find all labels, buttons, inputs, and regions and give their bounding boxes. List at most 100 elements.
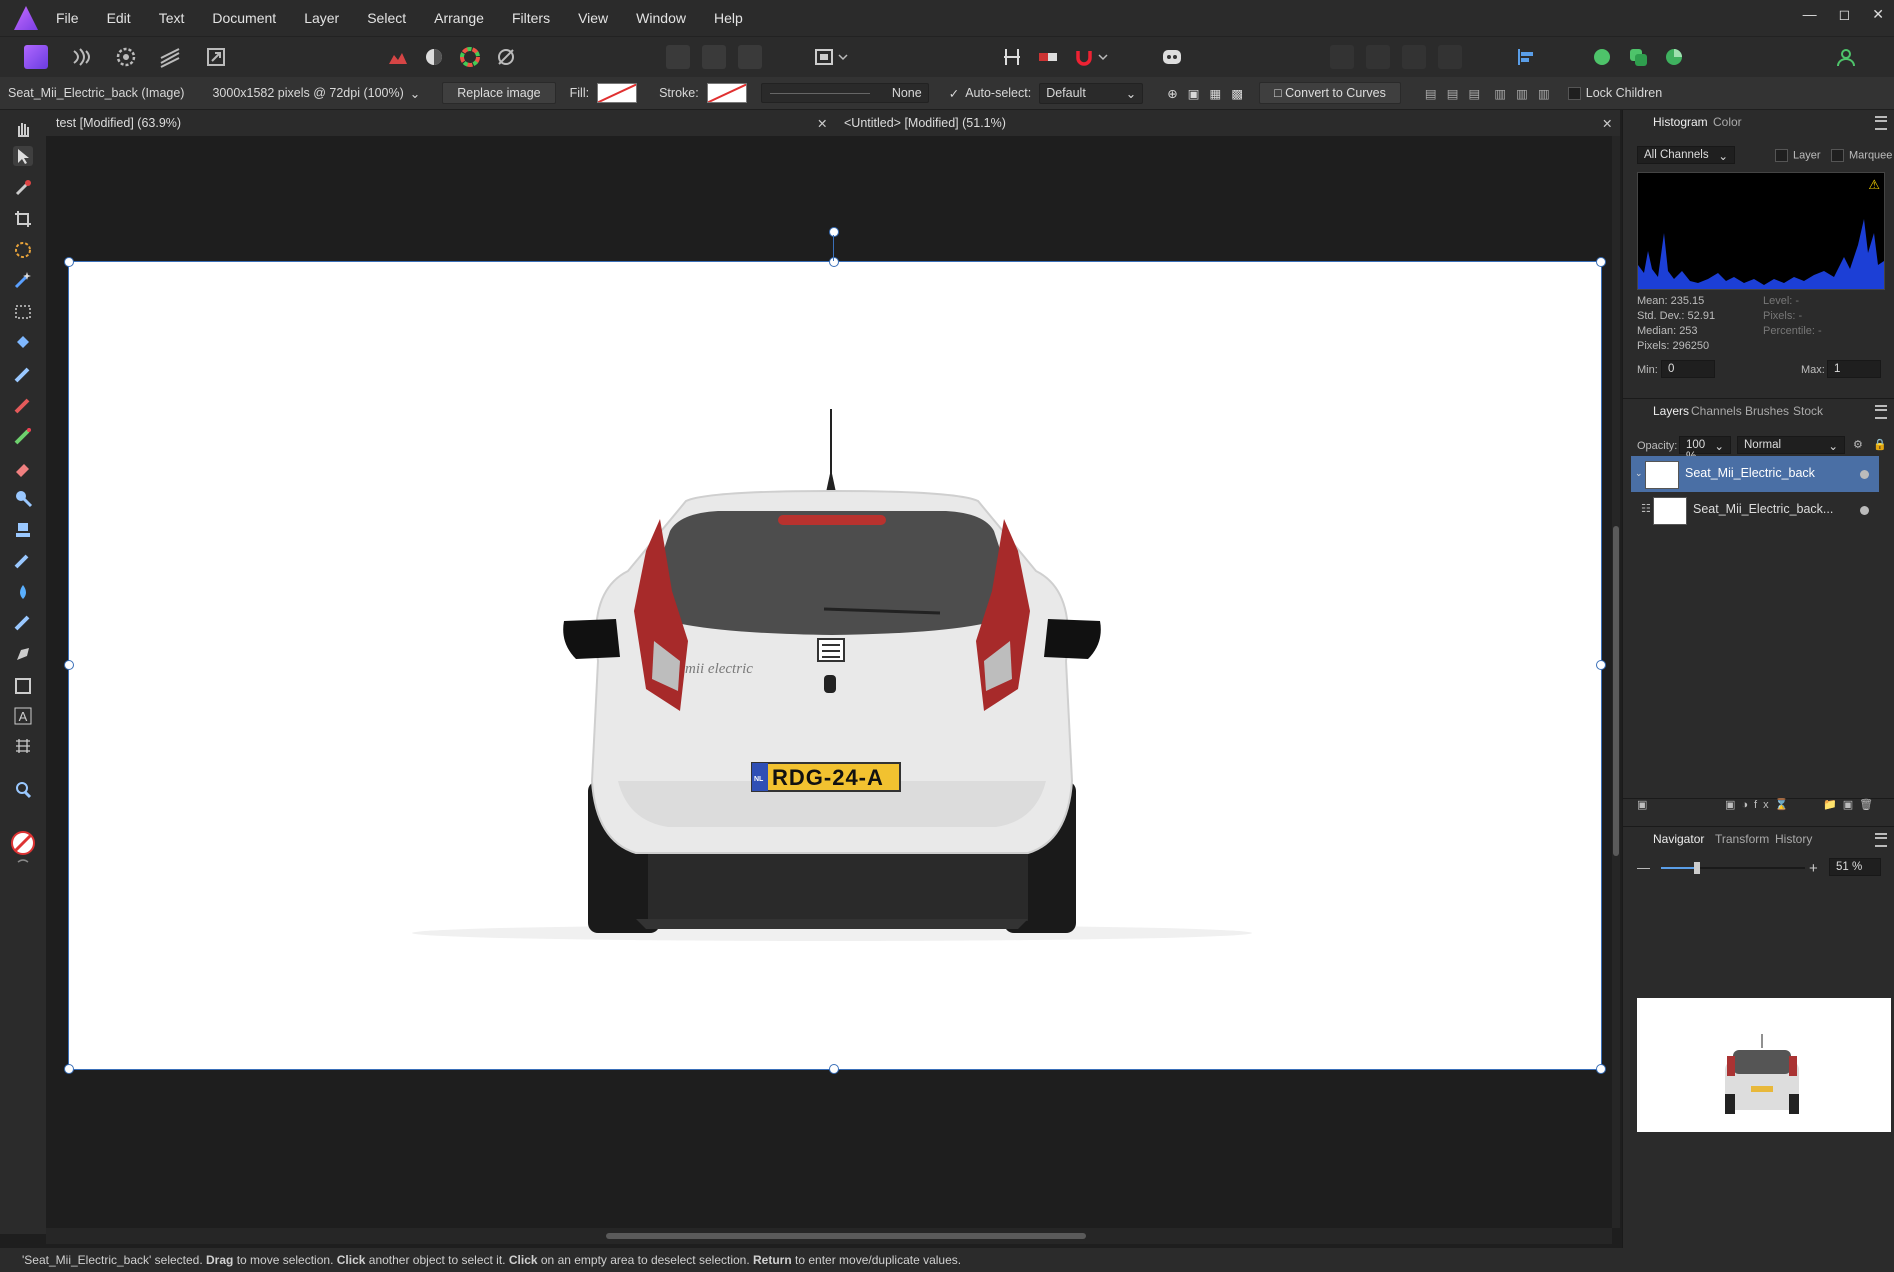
min-field[interactable]: 0 xyxy=(1661,360,1715,378)
close-tab-icon[interactable]: ✕ xyxy=(817,116,827,131)
assistant-toggle-icon[interactable] xyxy=(1036,45,1060,69)
paint-brush-icon[interactable] xyxy=(13,364,33,384)
chevron-down-icon[interactable] xyxy=(1096,45,1110,69)
zoom-field[interactable]: 51 % xyxy=(1829,858,1881,876)
tab-history[interactable]: History xyxy=(1775,832,1812,846)
quick-mask-icon[interactable] xyxy=(812,45,836,69)
fill-swatch[interactable] xyxy=(597,83,638,103)
liquify-persona-icon[interactable] xyxy=(70,45,94,69)
horizontal-scrollbar[interactable] xyxy=(46,1228,1612,1244)
crop-tool-icon[interactable] xyxy=(13,209,33,229)
layer-checkbox[interactable]: Layer xyxy=(1775,149,1821,162)
pixel-brush-icon[interactable] xyxy=(13,395,33,415)
resize-handle-top[interactable] xyxy=(829,257,839,267)
autoselect-dropdown[interactable]: Default ⌄ xyxy=(1039,82,1144,104)
develop-persona-icon[interactable] xyxy=(114,45,138,69)
resize-handle-bottom[interactable] xyxy=(829,1064,839,1074)
chat-icon[interactable] xyxy=(1590,45,1614,69)
selection-mode-1-icon[interactable] xyxy=(666,45,690,69)
resize-handle-bl[interactable] xyxy=(64,1064,74,1074)
menu-text[interactable]: Text xyxy=(159,10,185,26)
menu-arrange[interactable]: Arrange xyxy=(434,10,484,26)
visibility-dot-icon[interactable] xyxy=(1860,506,1869,515)
replace-image-button[interactable]: Replace image xyxy=(442,82,556,104)
selection-brush-icon[interactable] xyxy=(13,240,33,260)
selection-mode-3-icon[interactable] xyxy=(738,45,762,69)
auto-colors-icon[interactable] xyxy=(458,45,482,69)
layer-name[interactable]: Seat_Mii_Electric_back... xyxy=(1693,502,1833,516)
close-tab-icon[interactable]: ✕ xyxy=(1602,116,1612,131)
dodge-tool-icon[interactable] xyxy=(13,488,33,508)
layer-settings-icon[interactable]: ▣ xyxy=(1637,798,1647,811)
auto-contrast-icon[interactable] xyxy=(422,45,446,69)
move-tool-icon[interactable] xyxy=(13,146,33,166)
tab-color[interactable]: Color xyxy=(1713,115,1742,129)
magnet-icon[interactable] xyxy=(1072,45,1096,69)
menu-view[interactable]: View xyxy=(578,10,608,26)
zoom-slider[interactable] xyxy=(1661,862,1805,874)
image-info[interactable]: 3000x1582 pixels @ 72dpi (100%) xyxy=(212,86,403,100)
blend-mode-dropdown[interactable]: Normal ⌄ xyxy=(1737,436,1845,454)
menu-file[interactable]: File xyxy=(56,10,79,26)
convert-to-curves-button[interactable]: □ Convert to Curves xyxy=(1259,82,1401,104)
vertical-scrollbar[interactable] xyxy=(1612,136,1620,1228)
resize-handle-br[interactable] xyxy=(1596,1064,1606,1074)
tone-mapping-persona-icon[interactable] xyxy=(158,45,182,69)
assistant-icon[interactable] xyxy=(1160,45,1184,69)
eraser-icon[interactable] xyxy=(13,458,33,478)
menu-select[interactable]: Select xyxy=(367,10,406,26)
resize-handle-tl[interactable] xyxy=(64,257,74,267)
layer-row-selected[interactable]: ⌄ Seat_Mii_Electric_back xyxy=(1631,456,1879,492)
auto-white-balance-icon[interactable] xyxy=(494,45,518,69)
resize-handle-tr[interactable] xyxy=(1596,257,1606,267)
max-field[interactable]: 1 xyxy=(1827,360,1881,378)
menu-help[interactable]: Help xyxy=(714,10,743,26)
zoom-tool-icon[interactable] xyxy=(13,780,33,800)
expand-icon[interactable]: ⌄ xyxy=(1635,468,1643,479)
grid-icon[interactable]: ▩ xyxy=(1231,86,1243,101)
zoom-slider-thumb[interactable] xyxy=(1694,862,1700,874)
text-tool-icon[interactable]: A xyxy=(13,706,33,726)
align-horizontal-icons[interactable]: ▤▤▤ xyxy=(1425,86,1490,101)
tab-histogram[interactable]: Histogram xyxy=(1653,115,1708,129)
lock-icon[interactable]: 🔒 xyxy=(1873,438,1887,451)
close-icon[interactable]: ✕ xyxy=(1872,6,1884,23)
tab-test[interactable]: test [Modified] (63.9%) xyxy=(56,116,181,130)
crop-icon[interactable]: ▦ xyxy=(1210,86,1222,101)
horizontal-scroll-thumb[interactable] xyxy=(606,1233,1086,1239)
minimize-icon[interactable]: — xyxy=(1803,6,1817,23)
layer-row-child[interactable]: ☷ Seat_Mii_Electric_back... xyxy=(1631,492,1879,528)
autoselect-checkbox[interactable]: ✓ xyxy=(949,86,959,101)
lock-children-checkbox[interactable] xyxy=(1567,86,1586,101)
chevron-down-icon[interactable] xyxy=(836,45,850,69)
gear-icon[interactable]: ⚙ xyxy=(1853,438,1863,451)
panel-menu-icon[interactable] xyxy=(1875,116,1887,130)
marquee-checkbox[interactable]: Marquee xyxy=(1831,149,1892,162)
blur-tool-icon[interactable] xyxy=(13,582,33,602)
fit-icon[interactable]: ▣ xyxy=(1188,86,1200,101)
mesh-warp-icon[interactable] xyxy=(13,736,33,756)
color-picker-icon[interactable] xyxy=(13,178,33,198)
zoom-in-icon[interactable]: + xyxy=(1809,860,1818,877)
stroke-style-dropdown[interactable]: None xyxy=(760,83,929,103)
clone-tool-icon[interactable] xyxy=(13,520,33,540)
rectangle-tool-icon[interactable] xyxy=(13,676,33,696)
resize-handle-right[interactable] xyxy=(1596,660,1606,670)
align-icon[interactable] xyxy=(1514,45,1538,69)
tab-layers[interactable]: Layers xyxy=(1653,404,1689,418)
resize-handle-left[interactable] xyxy=(64,660,74,670)
menu-filters[interactable]: Filters xyxy=(512,10,550,26)
account-icon[interactable] xyxy=(1834,45,1858,69)
view-tool-icon[interactable] xyxy=(13,118,33,138)
marquee-tool-icon[interactable] xyxy=(13,302,33,322)
tab-channels[interactable]: Channels xyxy=(1691,404,1742,418)
color-replacement-icon[interactable] xyxy=(13,426,33,446)
auto-levels-icon[interactable] xyxy=(386,45,410,69)
channel-dropdown[interactable]: All Channels ⌄ xyxy=(1637,146,1735,164)
align-vertical-icons[interactable]: ▥▥▥ xyxy=(1494,86,1559,101)
smudge-tool-icon[interactable] xyxy=(13,550,33,570)
menu-edit[interactable]: Edit xyxy=(107,10,131,26)
layer-name[interactable]: Seat_Mii_Electric_back xyxy=(1685,466,1815,480)
layer-file-icons[interactable]: 📁▣🗑 xyxy=(1823,798,1879,811)
car-image[interactable] xyxy=(68,261,1602,1070)
